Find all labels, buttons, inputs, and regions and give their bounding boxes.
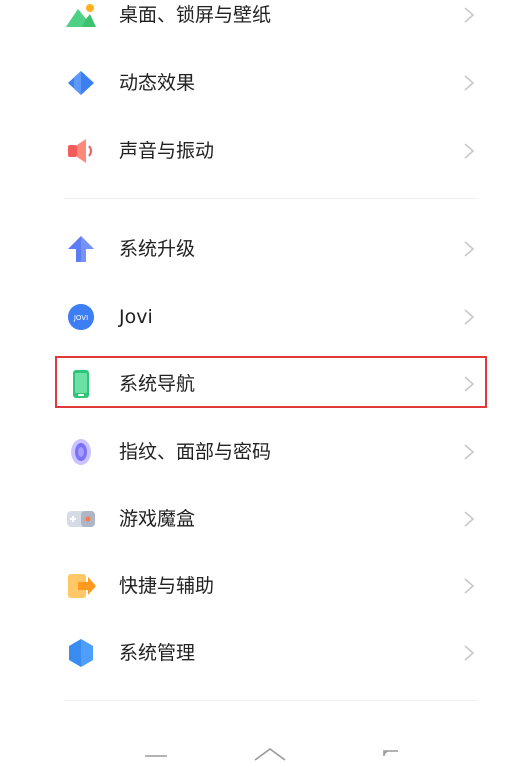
settings-item-label: 系统管理 [119,642,196,664]
settings-item-label: 快捷与辅助 [119,575,215,597]
settings-item-label: 系统升级 [119,238,196,260]
settings-item-game-box[interactable]: 游戏魔盒 [0,490,516,548]
wallpaper-icon [64,0,98,31]
menu-icon[interactable] [143,740,169,762]
system-management-icon [64,637,98,669]
settings-item-dynamic-effects[interactable]: 动态效果 [0,54,516,112]
dynamic-effects-icon [64,67,98,99]
chevron-right-icon [463,375,475,393]
shortcuts-icon [64,570,98,602]
back-icon[interactable] [378,740,404,762]
section-divider [64,198,478,199]
settings-item-jovi[interactable]: JOVI Jovi [0,288,516,346]
navigation-bar [0,740,516,762]
chevron-right-icon [463,308,475,326]
chevron-right-icon [463,6,475,24]
chevron-right-icon [463,142,475,160]
section-divider [64,700,478,701]
home-icon[interactable] [252,740,288,762]
chevron-right-icon [463,644,475,662]
settings-item-label: Jovi [119,306,153,328]
settings-item-sound[interactable]: 声音与振动 [0,122,516,180]
system-update-icon [64,233,98,265]
settings-item-system-update[interactable]: 系统升级 [0,220,516,278]
settings-item-label: 指纹、面部与密码 [119,441,272,463]
chevron-right-icon [463,510,475,528]
settings-item-label: 系统导航 [119,373,196,395]
settings-item-label: 桌面、锁屏与壁纸 [119,4,272,26]
chevron-right-icon [463,74,475,92]
chevron-right-icon [463,443,475,461]
jovi-icon-text: JOVI [73,314,88,322]
settings-item-label: 游戏魔盒 [119,508,196,530]
sound-icon [64,135,98,167]
game-box-icon [64,503,98,535]
chevron-right-icon [463,577,475,595]
fingerprint-icon [64,436,98,468]
chevron-right-icon [463,240,475,258]
system-navigation-icon [64,368,98,400]
settings-item-system-navigation[interactable]: 系统导航 [0,355,516,413]
settings-item-shortcuts[interactable]: 快捷与辅助 [0,557,516,615]
settings-item-label: 动态效果 [119,72,196,94]
jovi-icon: JOVI [64,301,98,333]
settings-item-wallpaper[interactable]: 桌面、锁屏与壁纸 [0,0,516,44]
settings-item-fingerprint[interactable]: 指纹、面部与密码 [0,423,516,481]
settings-item-label: 声音与振动 [119,140,215,162]
settings-item-system-management[interactable]: 系统管理 [0,624,516,682]
